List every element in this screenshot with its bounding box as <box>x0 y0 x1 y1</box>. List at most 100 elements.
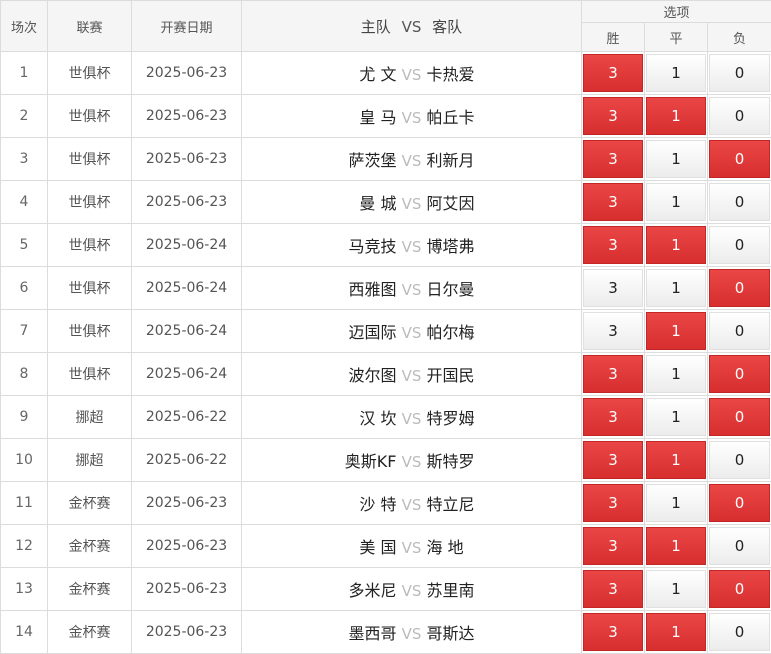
lose-option-button[interactable]: 0 <box>709 183 770 221</box>
lose-option-button[interactable]: 0 <box>709 527 770 565</box>
win-option-button[interactable]: 3 <box>583 269 643 307</box>
match-row: 11金杯赛2025-06-23沙 特VS特立尼310 <box>1 482 771 525</box>
vs-label: VS <box>397 582 427 600</box>
match-date: 2025-06-23 <box>132 525 242 568</box>
match-teams: 尤 文VS卡热爱 <box>242 52 582 95</box>
win-option-button[interactable]: 3 <box>583 54 643 92</box>
lose-option-cell: 0 <box>708 95 771 138</box>
away-team: 利新月 <box>427 147 572 171</box>
match-date: 2025-06-23 <box>132 568 242 611</box>
lose-option-cell: 0 <box>708 267 771 310</box>
lose-option-button[interactable]: 0 <box>709 54 770 92</box>
draw-option-button[interactable]: 1 <box>646 54 706 92</box>
draw-option-button[interactable]: 1 <box>646 398 706 436</box>
lose-option-button[interactable]: 0 <box>709 140 770 178</box>
away-team: 特立尼 <box>427 491 572 515</box>
win-option-button[interactable]: 3 <box>583 97 643 135</box>
draw-column-header: 平 <box>645 23 708 52</box>
win-option-cell: 3 <box>582 525 645 568</box>
match-index: 7 <box>1 310 48 353</box>
draw-option-button[interactable]: 1 <box>646 441 706 479</box>
win-option-button[interactable]: 3 <box>583 355 643 393</box>
vs-label: VS <box>397 66 427 84</box>
draw-option-button[interactable]: 1 <box>646 312 706 350</box>
win-option-cell: 3 <box>582 267 645 310</box>
match-row: 13金杯赛2025-06-23多米尼VS苏里南310 <box>1 568 771 611</box>
league-name: 世俱杯 <box>48 138 132 181</box>
vs-label: VS <box>397 109 427 127</box>
match-teams: 沙 特VS特立尼 <box>242 482 582 525</box>
date-column-header: 开赛日期 <box>132 1 242 52</box>
win-option-button[interactable]: 3 <box>583 140 643 178</box>
lose-option-button[interactable]: 0 <box>709 613 770 651</box>
vs-label: VS <box>397 453 427 471</box>
draw-option-button[interactable]: 1 <box>646 613 706 651</box>
match-date: 2025-06-23 <box>132 138 242 181</box>
win-column-header: 胜 <box>582 23 645 52</box>
win-option-button[interactable]: 3 <box>583 312 643 350</box>
draw-option-button[interactable]: 1 <box>646 97 706 135</box>
win-option-cell: 3 <box>582 224 645 267</box>
league-column-header: 联赛 <box>48 1 132 52</box>
home-team: 波尔图 <box>252 362 397 386</box>
win-option-button[interactable]: 3 <box>583 527 643 565</box>
lose-option-cell: 0 <box>708 611 771 654</box>
match-index: 12 <box>1 525 48 568</box>
lose-option-button[interactable]: 0 <box>709 484 770 522</box>
draw-option-cell: 1 <box>645 52 708 95</box>
league-name: 金杯赛 <box>48 482 132 525</box>
match-row: 5世俱杯2025-06-24马竞技VS博塔弗310 <box>1 224 771 267</box>
lose-option-button[interactable]: 0 <box>709 355 770 393</box>
match-rows: 1世俱杯2025-06-23尤 文VS卡热爱3102世俱杯2025-06-23皇… <box>1 52 771 654</box>
draw-option-cell: 1 <box>645 95 708 138</box>
lose-option-button[interactable]: 0 <box>709 226 770 264</box>
lose-option-button[interactable]: 0 <box>709 398 770 436</box>
win-option-button[interactable]: 3 <box>583 570 643 608</box>
home-team: 美 国 <box>252 534 397 558</box>
match-index: 2 <box>1 95 48 138</box>
draw-option-cell: 1 <box>645 310 708 353</box>
draw-option-button[interactable]: 1 <box>646 484 706 522</box>
match-date: 2025-06-24 <box>132 310 242 353</box>
match-row: 12金杯赛2025-06-23美 国VS海 地310 <box>1 525 771 568</box>
lose-option-cell: 0 <box>708 396 771 439</box>
win-option-button[interactable]: 3 <box>583 441 643 479</box>
league-name: 金杯赛 <box>48 568 132 611</box>
draw-option-button[interactable]: 1 <box>646 570 706 608</box>
draw-option-button[interactable]: 1 <box>646 355 706 393</box>
lose-option-button[interactable]: 0 <box>709 312 770 350</box>
lose-option-button[interactable]: 0 <box>709 570 770 608</box>
away-team: 哥斯达 <box>427 620 572 644</box>
vs-column-label: VS <box>402 18 422 36</box>
match-date: 2025-06-23 <box>132 95 242 138</box>
win-option-button[interactable]: 3 <box>583 484 643 522</box>
win-option-button[interactable]: 3 <box>583 226 643 264</box>
draw-option-button[interactable]: 1 <box>646 183 706 221</box>
lose-option-button[interactable]: 0 <box>709 97 770 135</box>
draw-option-button[interactable]: 1 <box>646 269 706 307</box>
draw-option-button[interactable]: 1 <box>646 140 706 178</box>
draw-option-button[interactable]: 1 <box>646 226 706 264</box>
win-option-cell: 3 <box>582 396 645 439</box>
draw-option-button[interactable]: 1 <box>646 527 706 565</box>
lose-option-button[interactable]: 0 <box>709 269 770 307</box>
win-option-button[interactable]: 3 <box>583 398 643 436</box>
match-teams: 马竞技VS博塔弗 <box>242 224 582 267</box>
lose-option-cell: 0 <box>708 482 771 525</box>
league-name: 世俱杯 <box>48 267 132 310</box>
match-row: 9挪超2025-06-22汉 坎VS特罗姆310 <box>1 396 771 439</box>
win-option-button[interactable]: 3 <box>583 183 643 221</box>
match-row: 14金杯赛2025-06-23墨西哥VS哥斯达310 <box>1 611 771 654</box>
vs-label: VS <box>397 410 427 428</box>
match-row: 2世俱杯2025-06-23皇 马VS帕丘卡310 <box>1 95 771 138</box>
lose-option-cell: 0 <box>708 52 771 95</box>
win-option-button[interactable]: 3 <box>583 613 643 651</box>
lose-option-button[interactable]: 0 <box>709 441 770 479</box>
win-option-cell: 3 <box>582 52 645 95</box>
lose-column-header: 负 <box>708 23 771 52</box>
win-option-cell: 3 <box>582 353 645 396</box>
match-date: 2025-06-23 <box>132 482 242 525</box>
home-team: 多米尼 <box>252 577 397 601</box>
teams-column-header: 主队 VS 客队 <box>242 1 582 52</box>
vs-label: VS <box>397 152 427 170</box>
